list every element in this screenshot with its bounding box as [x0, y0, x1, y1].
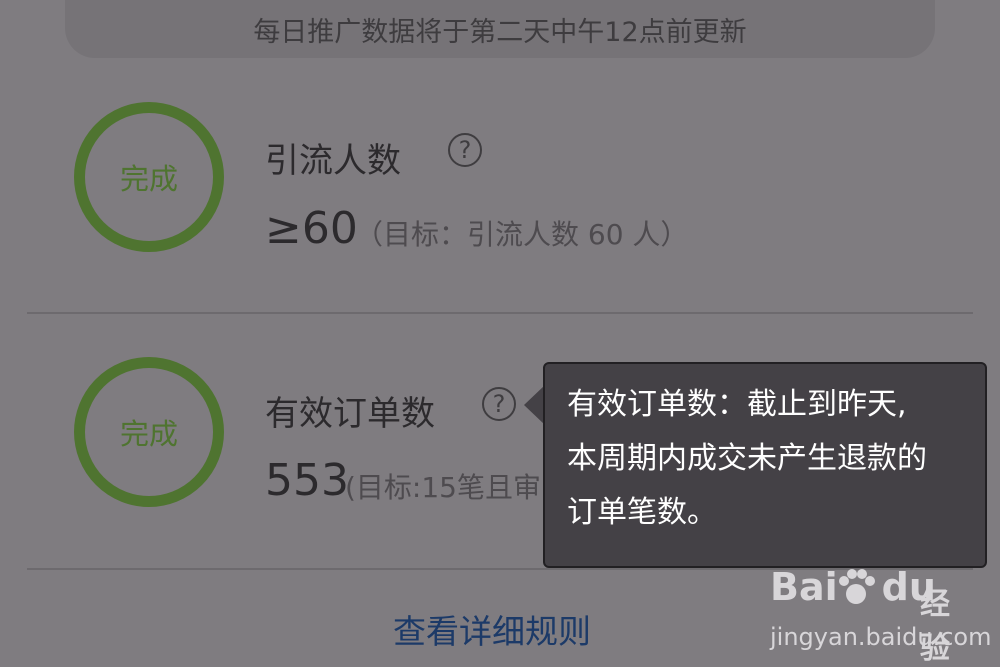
help-glyph: ?	[458, 136, 472, 164]
tooltip-line: 本周期内成交未产生退款的	[567, 441, 927, 476]
metric-value-traffic: ≥60	[265, 203, 358, 254]
status-label: 完成	[119, 162, 178, 196]
metric-target-traffic: （目标：引流人数 60 人）	[355, 218, 689, 251]
metric-title-traffic: 引流人数	[265, 141, 401, 181]
watermark-url: jingyan.baidu.com	[770, 623, 992, 651]
status-ring-complete: 完成	[74, 102, 224, 252]
divider	[27, 312, 973, 314]
tooltip-line: 订单笔数。	[567, 495, 717, 530]
tooltip-line: 有效订单数：截止到昨天,	[567, 387, 907, 422]
help-icon[interactable]: ?	[448, 133, 482, 167]
update-notice-banner: 每日推广数据将于第二天中午12点前更新	[65, 0, 935, 58]
paw-icon	[839, 569, 875, 604]
help-glyph: ?	[492, 390, 506, 418]
tooltip-arrow	[524, 385, 545, 425]
tooltip-valid-orders: 有效订单数：截止到昨天, 本周期内成交未产生退款的 订单笔数。	[543, 362, 987, 568]
status-label: 完成	[119, 417, 178, 451]
update-notice-text: 每日推广数据将于第二天中午12点前更新	[253, 16, 747, 48]
metric-title-orders: 有效订单数	[265, 394, 435, 434]
metric-target-orders: (目标:15笔且审	[345, 471, 541, 504]
metric-value-orders: 553	[265, 455, 349, 506]
help-icon[interactable]: ?	[482, 387, 516, 421]
view-rules-link[interactable]: 查看详细规则	[393, 605, 591, 653]
status-ring-complete: 完成	[74, 357, 224, 507]
